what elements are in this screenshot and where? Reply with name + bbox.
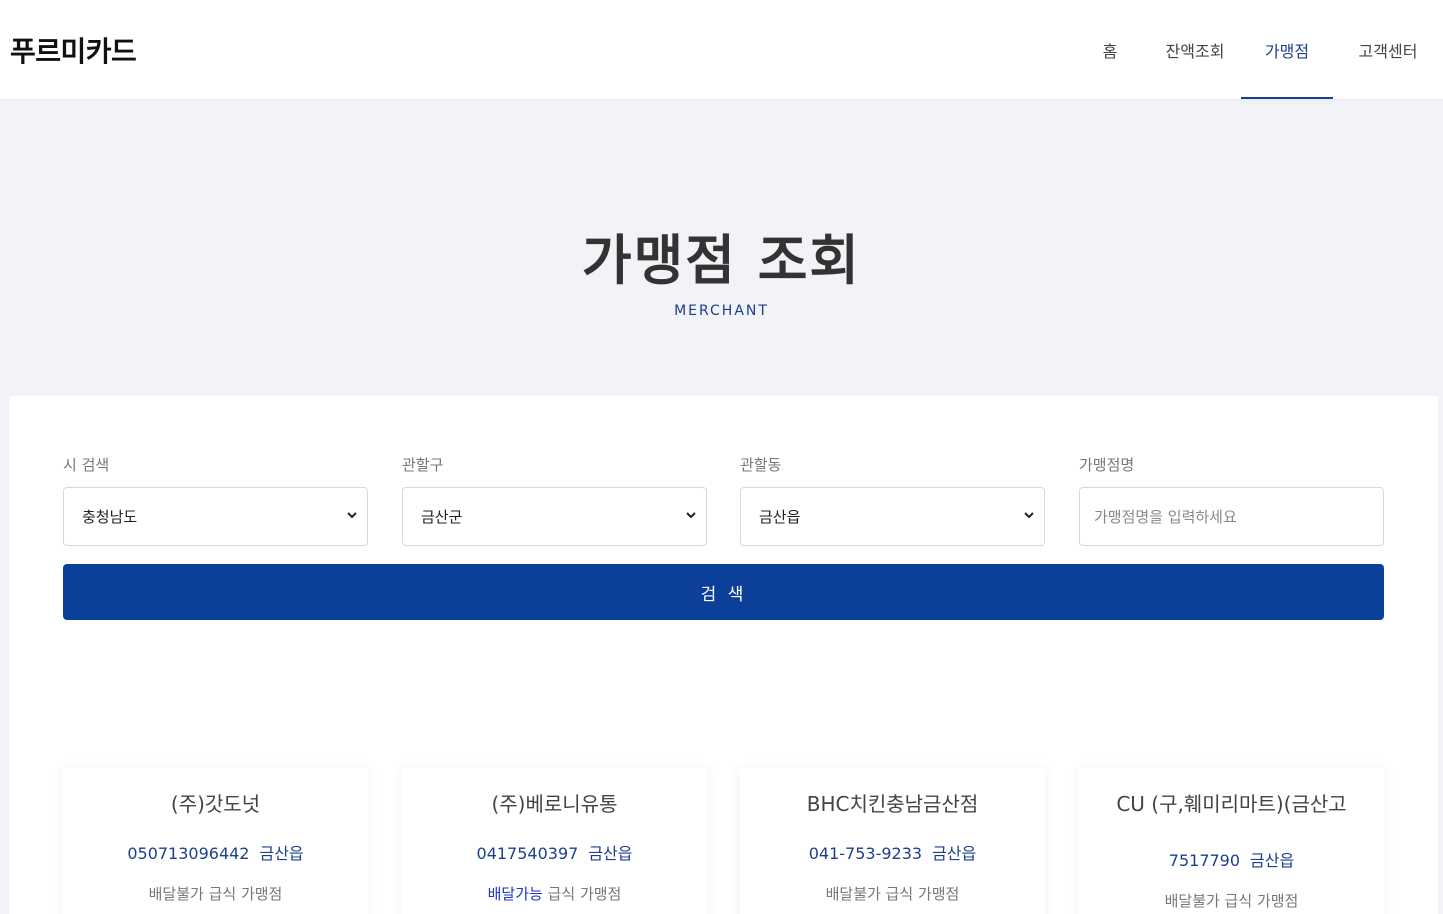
- merchant-card[interactable]: BHC치킨충남금산점 041-753-9233 금산읍 배달불가 급식 가맹점: [740, 768, 1045, 914]
- merchant-desc: 배달가능 급식 가맹점: [402, 883, 707, 904]
- merchant-area: 금산읍: [259, 844, 304, 863]
- merchant-desc: 배달불가 급식 가맹점: [1079, 890, 1384, 911]
- dong-select-value: 금산읍: [759, 508, 801, 526]
- delivery-status: 배달불가: [148, 885, 204, 903]
- merchant-card[interactable]: (주)베로니유통 0417540397 금산읍 배달가능 급식 가맹점: [402, 768, 707, 914]
- merchant-area: 금산읍: [932, 844, 977, 863]
- merchant-phone: 7517790: [1168, 851, 1241, 870]
- merchant-name-label: 가맹점명: [1079, 456, 1135, 474]
- delivery-status: 배달불가: [825, 885, 881, 903]
- merchant-info: 0417540397 금산읍: [402, 840, 707, 864]
- search-button[interactable]: 검 색: [63, 564, 1384, 620]
- merchant-type: 급식 가맹점: [208, 885, 283, 903]
- merchant-name: (주)베로니유통: [491, 792, 618, 816]
- merchant-area: 금산읍: [1250, 851, 1295, 870]
- city-select-value: 충청남도: [82, 508, 138, 526]
- merchant-area: 금산읍: [588, 844, 633, 863]
- main-nav: 홈 잔액조회 가맹점 고객센터: [1071, 0, 1443, 99]
- nav-item-balance[interactable]: 잔액조회: [1149, 0, 1241, 99]
- page-title: 가맹점 조회: [581, 229, 862, 292]
- delivery-status: 배달불가: [1164, 892, 1220, 910]
- nav-item-home[interactable]: 홈: [1071, 0, 1149, 99]
- chevron-down-icon: [686, 512, 696, 519]
- city-label: 시 검색: [63, 456, 110, 474]
- district-label: 관할구: [402, 456, 444, 474]
- page-subtitle: MERCHANT: [674, 303, 769, 319]
- district-select-value: 금산군: [421, 508, 463, 526]
- merchant-info: 041-753-9233 금산읍: [740, 840, 1045, 864]
- merchant-name-input[interactable]: [1079, 487, 1384, 546]
- merchant-card[interactable]: (주)갓도넛 050713096442 금산읍 배달불가 급식 가맹점: [63, 768, 368, 914]
- city-select[interactable]: 충청남도: [63, 487, 368, 546]
- chevron-down-icon: [1024, 512, 1034, 519]
- merchant-phone: 050713096442: [127, 844, 250, 863]
- merchant-phone: 041-753-9233: [808, 844, 923, 863]
- nav-item-merchant[interactable]: 가맹점: [1241, 0, 1333, 99]
- merchant-info: 7517790 금산읍: [1079, 847, 1384, 871]
- nav-item-support[interactable]: 고객센터: [1333, 0, 1443, 99]
- merchant-type: 급식 가맹점: [885, 885, 960, 903]
- merchant-desc: 배달불가 급식 가맹점: [740, 883, 1045, 904]
- merchant-phone: 0417540397: [476, 844, 579, 863]
- merchant-name: CU (구,훼미리마트)(금산고: [1116, 792, 1347, 816]
- district-select[interactable]: 금산군: [402, 487, 707, 546]
- merchant-card[interactable]: CU (구,훼미리마트)(금산고 7517790 금산읍 배달불가 급식 가맹점: [1079, 768, 1384, 914]
- site-header: 푸르미카드 홈 잔액조회 가맹점 고객센터: [0, 0, 1443, 99]
- merchant-type: 급식 가맹점: [547, 885, 622, 903]
- merchant-info: 050713096442 금산읍: [63, 840, 368, 864]
- merchant-desc: 배달불가 급식 가맹점: [63, 883, 368, 904]
- site-logo[interactable]: 푸르미카드: [10, 30, 137, 70]
- merchant-type: 급식 가맹점: [1224, 892, 1299, 910]
- delivery-status: 배달가능: [487, 885, 543, 903]
- dong-select[interactable]: 금산읍: [740, 487, 1045, 546]
- merchant-name: (주)갓도넛: [170, 792, 261, 816]
- dong-label: 관할동: [740, 456, 782, 474]
- merchant-name: BHC치킨충남금산점: [806, 792, 979, 816]
- chevron-down-icon: [347, 512, 357, 519]
